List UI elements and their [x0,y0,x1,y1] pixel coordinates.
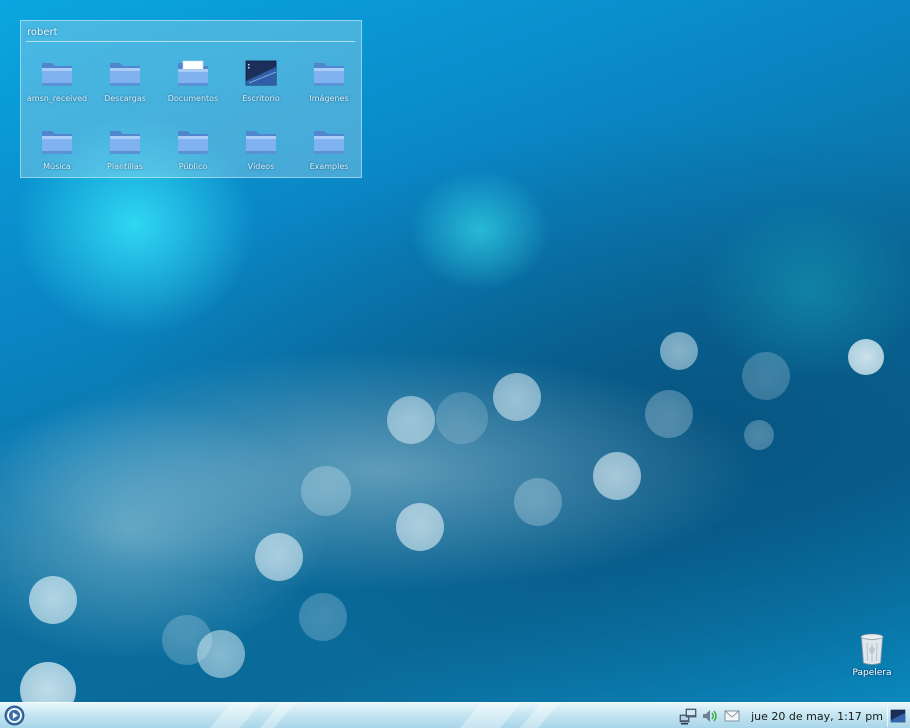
folder-documents-icon [178,60,208,86]
panel-decoration [209,703,261,728]
mail-icon [724,710,740,722]
folder-label: amsn_received [26,94,88,103]
bokeh-light [299,593,347,641]
panel-decoration [259,703,295,728]
taskbar-panel: jue 20 de may, 1:17 pm [0,702,910,728]
bokeh-light [301,466,351,516]
application-launcher-button[interactable] [4,705,25,726]
folder-item-escritorio[interactable]: Escritorio [227,51,295,119]
panel-decoration [459,703,521,728]
folder-icon [314,131,344,154]
bokeh-light [162,615,212,665]
bokeh-light [387,396,435,444]
folder-label: Escritorio [242,94,280,103]
bokeh-light [848,339,884,375]
show-desktop-button[interactable] [887,705,908,727]
folder-icon [110,63,140,86]
volume-icon [703,710,717,722]
panel-decoration [519,703,559,728]
volume-tray-button[interactable] [701,707,719,725]
system-tray: jue 20 de may, 1:17 pm [679,703,910,728]
bokeh-light [436,392,488,444]
folder-label: Descargas [104,94,146,103]
bokeh-light [660,332,698,370]
trash-label: Papelera [852,668,892,678]
folder-item-musica[interactable]: Música [23,119,91,187]
trash-desktop-icon[interactable]: Papelera [846,632,898,682]
network-icon [679,708,697,725]
folder-label: Imágenes [309,94,349,103]
bokeh-light [742,352,790,400]
folder-label: Examples [309,162,349,171]
folder-item-documentos[interactable]: Documentos [159,51,227,119]
trash-icon [860,633,884,665]
folder-icon [314,63,344,86]
folder-view-widget[interactable]: robert amsn_received Descargas Documento… [20,20,362,178]
mail-tray-button[interactable] [723,707,741,725]
bokeh-light [493,373,541,421]
bokeh-light [744,420,774,450]
folder-item-imagenes[interactable]: Imágenes [295,51,363,119]
folder-view-divider [26,41,355,42]
folder-icon [178,131,208,154]
folder-grid: amsn_received Descargas Documentos Escri… [23,51,361,187]
show-desktop-icon [890,709,906,723]
folder-label: Plantillas [107,162,143,171]
bokeh-light [645,390,693,438]
folder-icon [246,131,276,154]
desktop[interactable]: robert amsn_received Descargas Documento… [0,0,910,728]
folder-label: Música [43,162,71,171]
folder-view-title: robert [27,27,58,38]
bokeh-light [197,630,245,678]
folder-item-videos[interactable]: Vídeos [227,119,295,187]
kde-menu-icon [4,705,25,726]
folder-icon [110,131,140,154]
folder-icon [42,131,72,154]
network-tray-button[interactable] [679,707,697,725]
folder-item-amsn-received[interactable]: amsn_received [23,51,91,119]
folder-label: Vídeos [247,162,275,171]
folder-icon [42,63,72,86]
folder-label: Documentos [167,94,219,103]
folder-item-publico[interactable]: Público [159,119,227,187]
bokeh-light [514,478,562,526]
bokeh-light [29,576,77,624]
desktop-folder-icon [245,60,277,86]
folder-item-plantillas[interactable]: Plantillas [91,119,159,187]
bokeh-light [593,452,641,500]
folder-item-descargas[interactable]: Descargas [91,51,159,119]
bokeh-light [255,533,303,581]
folder-item-examples[interactable]: Examples [295,119,363,187]
folder-label: Público [178,162,208,171]
bokeh-light [396,503,444,551]
digital-clock[interactable]: jue 20 de may, 1:17 pm [751,710,883,723]
